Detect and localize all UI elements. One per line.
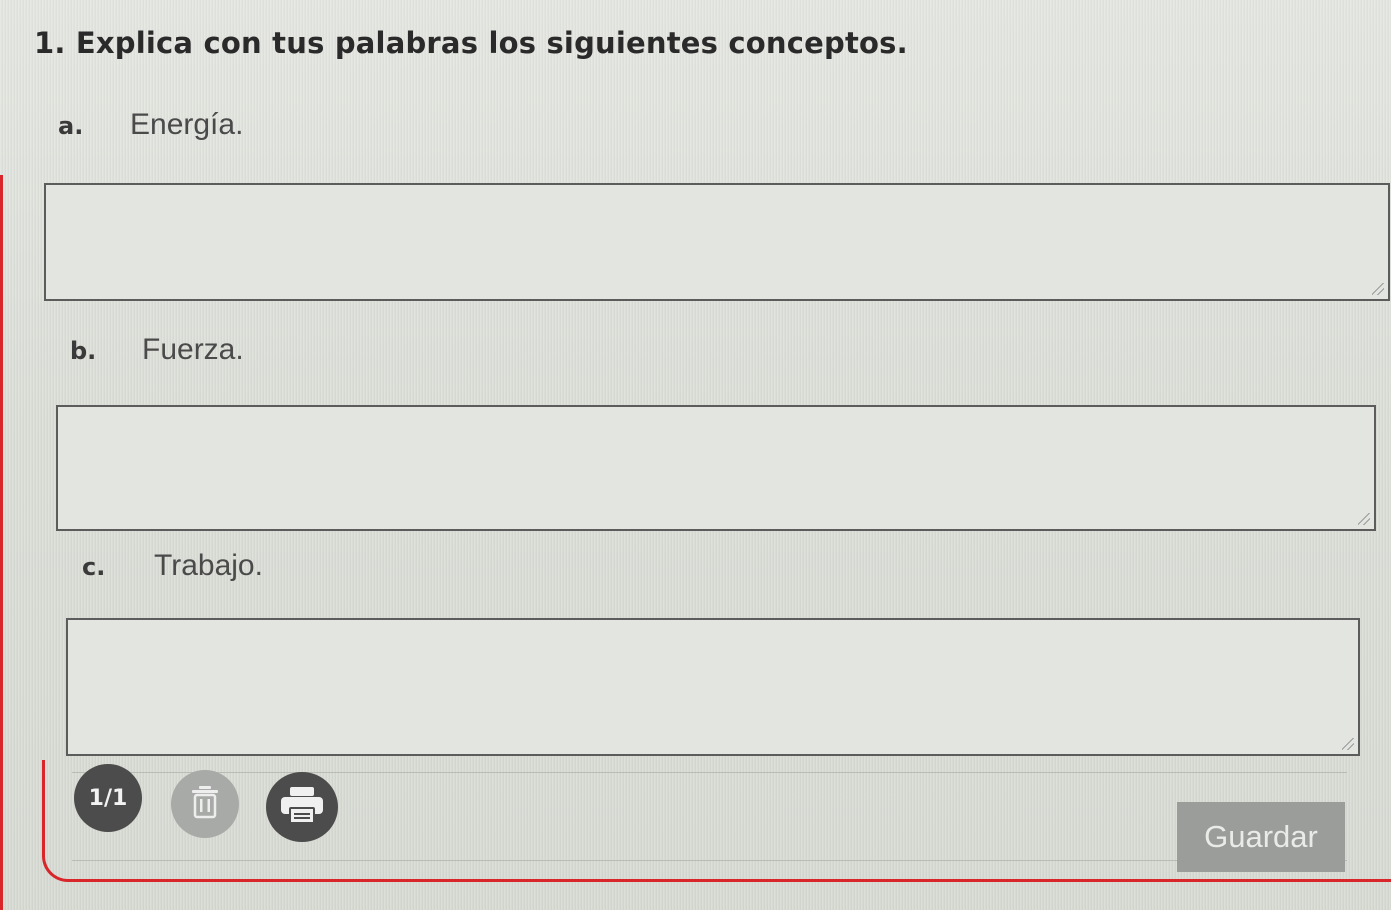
trash-icon — [190, 785, 220, 823]
item-fuerza: b. Fuerza. — [70, 333, 244, 367]
answer-textarea-fuerza[interactable] — [56, 405, 1376, 531]
answer-textarea-energia[interactable] — [44, 183, 1390, 301]
printer-icon — [279, 785, 325, 829]
left-accent-line — [0, 175, 3, 910]
item-letter: b. — [70, 337, 97, 365]
resize-handle-icon[interactable] — [1342, 738, 1354, 750]
page-counter-label: 1/1 — [88, 785, 128, 811]
worksheet-page: 1. Explica con tus palabras los siguient… — [0, 0, 1391, 910]
page-counter-badge: 1/1 — [74, 764, 142, 832]
resize-handle-icon[interactable] — [1358, 513, 1370, 525]
resize-handle-icon[interactable] — [1372, 283, 1384, 295]
item-trabajo: c. Trabajo. — [82, 549, 263, 583]
item-term: Trabajo. — [154, 549, 263, 582]
item-letter: a. — [58, 112, 84, 140]
item-energia: a. Energía. — [58, 108, 243, 142]
item-term: Fuerza. — [142, 333, 244, 366]
question-title: 1. Explica con tus palabras los siguient… — [34, 26, 908, 60]
save-button[interactable]: Guardar — [1177, 802, 1345, 872]
print-button[interactable] — [266, 772, 338, 842]
toolbar-divider-bottom — [72, 860, 1347, 861]
delete-button[interactable] — [171, 770, 239, 838]
item-term: Energía. — [130, 108, 244, 141]
toolbar-divider-top — [72, 772, 1347, 773]
item-letter: c. — [82, 553, 106, 581]
answer-textarea-trabajo[interactable] — [66, 618, 1360, 756]
